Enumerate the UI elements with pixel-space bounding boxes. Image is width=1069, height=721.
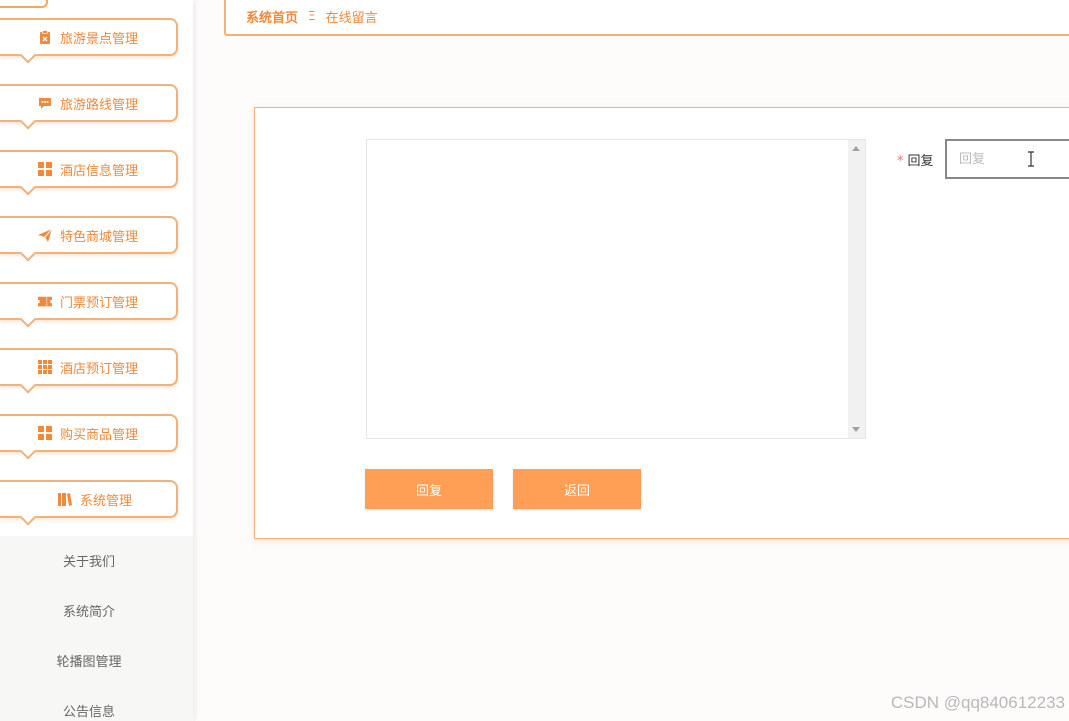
book-icon — [57, 492, 72, 506]
grid-icon — [37, 162, 52, 176]
sidebar: 旅游景点管理 旅游路线管理 酒店信息管理 特色商城管理 门票预订管理 酒店预订管… — [0, 0, 193, 721]
breadcrumb-separator: Ξ — [308, 9, 316, 23]
scroll-up-arrow-icon[interactable] — [852, 146, 860, 151]
submenu-item-about[interactable]: 关于我们 — [0, 551, 178, 571]
menu-item-partial[interactable] — [0, 0, 48, 8]
sidebar-item-label: 购买商品管理 — [59, 427, 138, 443]
reply-input[interactable] — [945, 139, 1069, 179]
clipboard-icon — [38, 30, 52, 44]
required-mark: * — [897, 154, 904, 169]
breadcrumb: 系统首页 Ξ 在线留言 — [224, 0, 1069, 36]
submenu-item-notice[interactable]: 公告信息 — [0, 701, 178, 721]
watermark: CSDN @qq840612233 — [890, 693, 1065, 712]
paper-plane-icon — [37, 228, 52, 242]
message-content-textarea[interactable] — [366, 139, 866, 439]
sidebar-item-ticket-booking[interactable]: 门票预订管理 — [0, 282, 178, 328]
grid-icon — [37, 426, 52, 440]
scroll-down-arrow-icon[interactable] — [852, 427, 860, 432]
sidebar-item-hotel-booking[interactable]: 酒店预订管理 — [0, 348, 178, 394]
sidebar-item-system[interactable]: 系统管理 — [0, 480, 178, 526]
sidebar-item-label: 门票预订管理 — [59, 295, 138, 311]
sidebar-item-scenic-spots[interactable]: 旅游景点管理 — [0, 18, 178, 64]
sidebar-item-hotel-info[interactable]: 酒店信息管理 — [0, 150, 178, 196]
back-button[interactable]: 返回 — [513, 469, 641, 509]
chat-icon — [38, 96, 52, 110]
form-card: *回复 回复 返回 — [254, 107, 1069, 539]
textarea-scrollbar[interactable] — [848, 140, 865, 438]
sidebar-item-label: 酒店预订管理 — [59, 361, 138, 377]
sidebar-item-tour-routes[interactable]: 旅游路线管理 — [0, 84, 178, 130]
ticket-icon — [37, 294, 52, 308]
submenu-item-intro[interactable]: 系统简介 — [0, 601, 178, 621]
sidebar-item-label: 酒店信息管理 — [59, 163, 138, 179]
reply-label-text: 回复 — [907, 154, 934, 169]
breadcrumb-home[interactable]: 系统首页 — [246, 7, 298, 26]
submenu-system: 关于我们 系统简介 轮播图管理 公告信息 — [0, 536, 193, 721]
sidebar-item-label: 旅游路线管理 — [59, 97, 138, 113]
grid-nine-icon — [37, 360, 52, 374]
text-cursor-icon — [1026, 151, 1036, 167]
sidebar-item-label: 旅游景点管理 — [59, 31, 138, 47]
reply-label: * 回复 — [897, 150, 934, 169]
reply-button[interactable]: 回复 — [365, 469, 493, 509]
sidebar-item-purchase-goods[interactable]: 购买商品管理 — [0, 414, 178, 460]
sidebar-item-mall[interactable]: 特色商城管理 — [0, 216, 178, 262]
sidebar-item-label: 系统管理 — [79, 493, 132, 509]
sidebar-item-label: 特色商城管理 — [59, 229, 138, 245]
breadcrumb-current: 在线留言 — [325, 10, 378, 26]
submenu-item-carousel[interactable]: 轮播图管理 — [0, 651, 178, 671]
